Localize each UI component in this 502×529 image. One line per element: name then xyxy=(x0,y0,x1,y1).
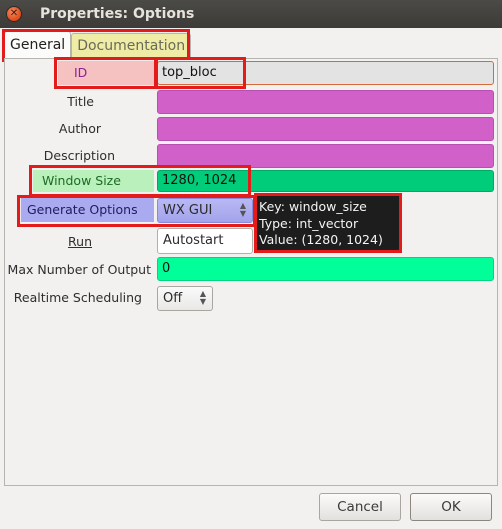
tooltip: Key: window_size Type: int_vector Value:… xyxy=(255,196,399,251)
generate-options-value: WX GUI xyxy=(163,203,213,218)
spin-arrows-icon: ▲ ▼ xyxy=(239,201,247,218)
cancel-button[interactable]: Cancel xyxy=(319,493,401,521)
window-title: Properties: Options xyxy=(40,6,195,22)
author-label: Author xyxy=(58,121,101,136)
max-outputs-label: Max Number of Output xyxy=(7,262,151,277)
window-size-label: Window Size xyxy=(42,173,121,188)
id-field[interactable]: top_bloc xyxy=(157,61,494,85)
author-field[interactable] xyxy=(157,117,494,141)
window-size-label-box: Window Size xyxy=(33,170,154,192)
generate-options-label: Generate Options xyxy=(27,202,138,217)
tab-documentation[interactable]: Documentation xyxy=(71,33,192,58)
tooltip-type: Type: int_vector xyxy=(259,215,359,231)
close-icon[interactable]: ✕ xyxy=(7,7,21,21)
run-value: Autostart xyxy=(163,233,224,248)
max-outputs-value: 0 xyxy=(162,261,171,276)
properties-dialog: ✕ Properties: Options General Documentat… xyxy=(0,0,502,529)
window-size-field[interactable]: 1280, 1024 xyxy=(157,170,494,192)
realtime-select[interactable]: Off ▲ ▼ xyxy=(157,286,213,311)
tab-bar: General Documentation xyxy=(4,31,192,59)
run-select[interactable]: Autostart xyxy=(157,228,253,254)
realtime-label: Realtime Scheduling xyxy=(13,290,142,305)
title-label: Title xyxy=(67,94,94,109)
tooltip-value: Value: (1280, 1024) xyxy=(259,232,383,247)
title-field[interactable] xyxy=(157,90,494,114)
tab-general[interactable]: General xyxy=(4,31,72,58)
generate-options-select[interactable]: WX GUI ▲ ▼ xyxy=(157,198,253,223)
spin-arrows-icon: ▲ ▼ xyxy=(199,289,207,306)
generate-options-label-box: Generate Options xyxy=(21,198,154,222)
description-label: Description xyxy=(43,148,115,163)
window-size-value: 1280, 1024 xyxy=(162,173,237,188)
description-field[interactable] xyxy=(157,144,494,168)
tooltip-key: Key: window_size xyxy=(259,199,367,214)
id-label-box: ID xyxy=(58,61,154,85)
ok-button[interactable]: OK xyxy=(410,493,492,521)
run-label: Run xyxy=(68,234,92,249)
id-label: ID xyxy=(74,65,88,80)
max-outputs-field[interactable]: 0 xyxy=(157,257,494,281)
realtime-value: Off xyxy=(163,291,183,306)
id-value: top_bloc xyxy=(162,65,217,80)
title-bar: ✕ Properties: Options xyxy=(0,0,502,28)
